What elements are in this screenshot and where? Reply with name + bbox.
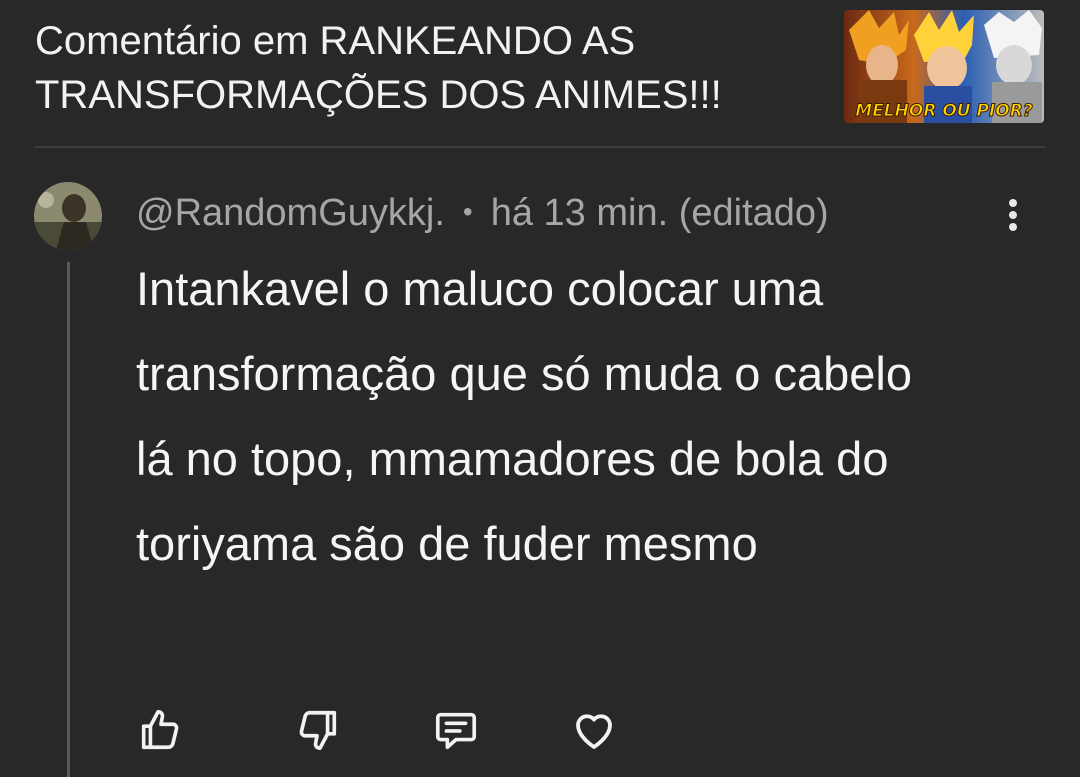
meta-separator: • — [462, 196, 473, 227]
kebab-dot — [1009, 211, 1017, 219]
author-name[interactable]: @RandomGuykkj. — [136, 192, 445, 234]
comment-text: Intankavel o maluco colocar uma transfor… — [136, 262, 912, 570]
thumbs-down-icon — [299, 710, 337, 751]
avatar-image — [34, 182, 102, 250]
comment-timestamp: há 13 min. (editado) — [490, 192, 829, 234]
kebab-dot — [1009, 199, 1017, 207]
avatar[interactable] — [34, 182, 102, 250]
thumbnail-caption: MELHOR OU PIOR? — [855, 101, 1033, 121]
video-thumbnail[interactable]: MELHOR OU PIOR? — [844, 10, 1044, 123]
comment-meta: @RandomGuykkj. • há 13 min. (editado) — [136, 186, 829, 239]
more-options-icon[interactable] — [998, 196, 1028, 240]
thread-line — [67, 262, 70, 777]
dislike-button[interactable] — [288, 700, 348, 760]
thumbnail-image: MELHOR OU PIOR? — [844, 10, 1044, 123]
heart-icon — [576, 714, 612, 749]
header-divider — [35, 146, 1045, 148]
heart-button[interactable] — [564, 700, 624, 760]
comment-icon — [435, 712, 477, 750]
like-button[interactable] — [130, 700, 190, 760]
kebab-dot — [1009, 223, 1017, 231]
page-title: Comentário em RANKEANDO AS TRANSFORMAÇÕE… — [35, 19, 722, 117]
thumbs-up-icon — [141, 709, 179, 750]
reply-button[interactable] — [426, 700, 486, 760]
